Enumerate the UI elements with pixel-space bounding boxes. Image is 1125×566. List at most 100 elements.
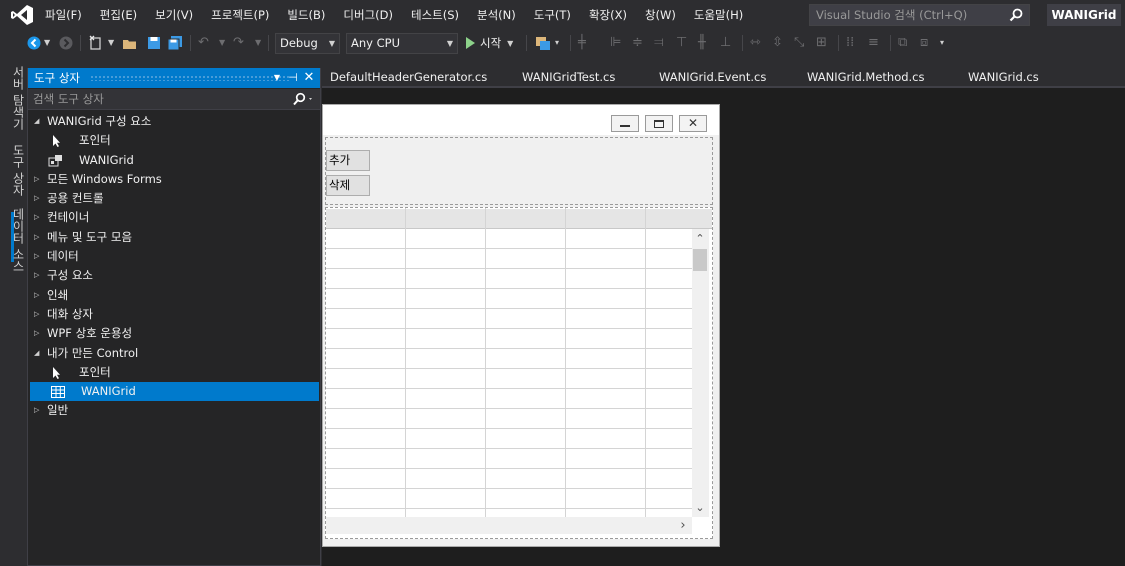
tab-wanigrid-test[interactable]: WANIGridTest.cs (522, 66, 615, 88)
minimize-button[interactable] (611, 115, 639, 132)
menu-item[interactable]: 분석(N) (468, 0, 525, 30)
back-dropdown-icon[interactable]: ▼ (44, 34, 50, 52)
expand-arrow-icon[interactable]: ▷ (34, 266, 44, 285)
expand-arrow-icon[interactable]: ▷ (34, 286, 44, 305)
toolbox-search-input[interactable] (28, 89, 288, 109)
align-lefts-icon[interactable]: ⊫ (610, 34, 621, 52)
make-same-width-icon[interactable]: ⇿ (750, 34, 761, 52)
menu-item[interactable]: 창(W) (636, 0, 685, 30)
grid-row[interactable] (326, 249, 692, 269)
vertical-scrollbar[interactable]: ⌃ ⌄ (692, 229, 709, 517)
redo-icon[interactable]: ↷ (233, 34, 244, 52)
menu-item[interactable]: 편집(E) (91, 0, 146, 30)
align-middles-icon[interactable]: ╫ (698, 34, 706, 52)
horizontal-spacing-icon[interactable]: ⁞⁞ (846, 34, 854, 52)
menu-item[interactable]: 보기(V) (146, 0, 202, 30)
align-centers-icon[interactable]: ≑ (632, 34, 643, 52)
auto-hide-pin-icon[interactable]: ⊣ (286, 70, 300, 86)
horizontal-scrollbar[interactable]: › (326, 517, 692, 534)
grid-row[interactable] (326, 469, 692, 489)
collapse-arrow-icon[interactable]: ◢ (34, 344, 44, 363)
menu-item[interactable]: 확장(X) (580, 0, 636, 30)
grid-row[interactable] (326, 269, 692, 289)
menu-item[interactable]: 디버그(D) (334, 0, 402, 30)
maximize-button[interactable] (645, 115, 673, 132)
expand-arrow-icon[interactable]: ▷ (34, 305, 44, 324)
side-tab-server-explorer[interactable]: 서버 탐색기 (9, 66, 27, 130)
grid-row[interactable] (326, 509, 692, 517)
toolbox-group[interactable]: ▷ 구성 요소 (28, 266, 320, 285)
vs-search-input[interactable] (810, 5, 1000, 25)
toolbox-search-box[interactable] (28, 89, 320, 110)
tab-default-header-generator[interactable]: DefaultHeaderGenerator.cs (330, 66, 487, 88)
vs-search-box[interactable] (809, 4, 1030, 26)
search-icon[interactable] (293, 92, 315, 106)
grid-row[interactable] (326, 309, 692, 329)
menu-item[interactable]: 도움말(H) (685, 0, 752, 30)
vertical-spacing-icon[interactable]: ≡ (868, 34, 879, 52)
toolbox-item[interactable]: 포인터 (28, 363, 320, 382)
toolbox-group[interactable]: ▷ 인쇄 (28, 286, 320, 305)
toolbox-group[interactable]: ◢ WANIGrid 구성 요소 (28, 112, 320, 131)
expand-arrow-icon[interactable]: ▷ (34, 401, 44, 420)
expand-arrow-icon[interactable]: ▷ (34, 189, 44, 208)
align-tops-icon[interactable]: ⊤ (676, 34, 687, 52)
button-panel[interactable]: 추가 삭제 (325, 137, 713, 205)
toolbox-group[interactable]: ◢ 내가 만든 Control (28, 344, 320, 363)
start-dropdown-icon[interactable]: ▼ (507, 39, 513, 48)
designer-form[interactable]: ✕ 추가 삭제 ⌃ ⌄ › (322, 104, 720, 547)
send-to-back-icon[interactable]: ⧈ (920, 34, 928, 52)
form-title-bar[interactable]: ✕ (323, 105, 719, 135)
expand-arrow-icon[interactable]: ▷ (34, 170, 44, 189)
toolbox-group[interactable]: ▷ 컨테이너 (28, 208, 320, 227)
undo-dropdown-icon[interactable]: ▼ (219, 34, 225, 52)
grid-row[interactable] (326, 389, 692, 409)
make-same-size-icon[interactable]: ⤡ (794, 34, 804, 52)
toolbox-drag-grip[interactable] (90, 75, 290, 81)
forward-navigation-icon[interactable] (58, 34, 74, 52)
toolbox-item[interactable]: WANIGrid (28, 151, 320, 170)
grid-row[interactable] (326, 349, 692, 369)
expand-arrow-icon[interactable]: ▷ (34, 228, 44, 247)
toolbox-group[interactable]: ▷ 일반 (28, 401, 320, 420)
grid-row[interactable] (326, 409, 692, 429)
make-same-height-icon[interactable]: ⇳ (772, 34, 783, 52)
redo-dropdown-icon[interactable]: ▼ (255, 34, 261, 52)
toolbox-group[interactable]: ▷ 공용 컨트롤 (28, 189, 320, 208)
expand-arrow-icon[interactable]: ▷ (34, 324, 44, 343)
toolbox-group[interactable]: ▷ 모든 Windows Forms (28, 170, 320, 189)
bookmark-window-icon[interactable] (534, 34, 552, 52)
toolbar-overflow-icon[interactable]: ▾ (555, 34, 559, 52)
collapse-arrow-icon[interactable]: ◢ (34, 112, 44, 131)
undo-icon[interactable]: ↶ (198, 34, 209, 52)
menu-item[interactable]: 테스트(S) (402, 0, 468, 30)
size-to-grid-icon[interactable]: ⊞ (816, 34, 827, 52)
scroll-down-icon[interactable]: ⌄ (693, 501, 707, 515)
grid-row[interactable] (326, 289, 692, 309)
start-debugging-button[interactable]: 시작 ▼ (464, 33, 513, 53)
toolbox-title-bar[interactable]: 도구 상자 ▼ ⊣ ✕ (28, 68, 320, 88)
side-tab-toolbox[interactable]: 도구 상자 (9, 144, 27, 196)
back-navigation-icon[interactable] (26, 34, 42, 52)
scroll-right-icon[interactable]: › (676, 519, 690, 533)
tab-wanigrid-event[interactable]: WANIGrid.Event.cs (659, 66, 766, 88)
toolbox-item[interactable]: 포인터 (28, 131, 320, 150)
new-dropdown-icon[interactable]: ▼ (108, 34, 114, 52)
grid-row[interactable] (326, 429, 692, 449)
menu-item[interactable]: 빌드(B) (278, 0, 334, 30)
scroll-up-icon[interactable]: ⌃ (693, 232, 707, 246)
solution-configuration-dropdown[interactable]: Debug ▼ (275, 33, 340, 54)
add-button[interactable]: 추가 (326, 150, 370, 171)
align-rights-icon[interactable]: ⫤ (654, 34, 664, 52)
menu-item[interactable]: 도구(T) (525, 0, 580, 30)
tab-wanigrid-method[interactable]: WANIGrid.Method.cs (807, 66, 925, 88)
wanigrid-control[interactable]: ⌃ ⌄ › (325, 207, 713, 539)
menu-item[interactable]: 프로젝트(P) (202, 0, 278, 30)
close-icon[interactable]: ✕ (302, 70, 316, 86)
toolbox-group[interactable]: ▷ WPF 상호 운용성 (28, 324, 320, 343)
toolbox-group[interactable]: ▷ 메뉴 및 도구 모음 (28, 228, 320, 247)
align-to-grid-icon[interactable]: ╪ (578, 34, 586, 52)
save-icon[interactable] (146, 34, 162, 52)
grid-row[interactable] (326, 329, 692, 349)
side-tab-data-sources[interactable]: 데이터 소스 (9, 208, 27, 272)
